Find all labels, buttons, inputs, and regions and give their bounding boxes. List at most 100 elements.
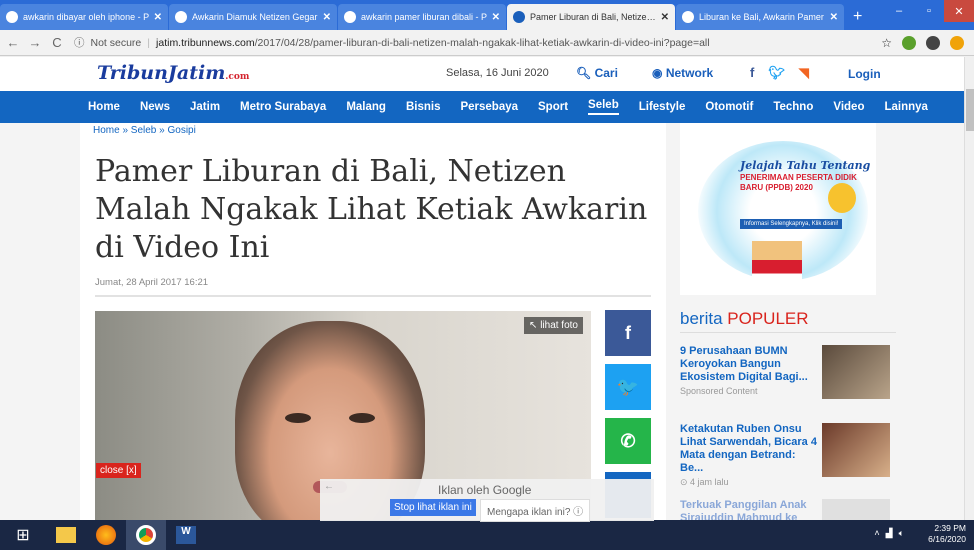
browser-tab[interactable]: Awkarin Diamuk Netizen Gegar ✕ [169,4,337,30]
security-label: Not secure [90,36,142,49]
nav-item-persebaya[interactable]: Persebaya [460,101,518,113]
close-ad-button[interactable]: close [x] [96,463,141,478]
tab-title: awkarin dibayar oleh iphone - P [23,12,150,22]
network-button[interactable]: ◉ Network [652,66,713,80]
tab-title: Pamer Liburan di Bali, Netizen M [530,12,657,22]
extension-icon-2[interactable] [926,35,940,50]
system-tray-icons: ˄ ▟ 🔈︎ [874,528,904,539]
populer-thumbnail[interactable] [822,499,890,520]
minimize-button[interactable]: – [884,0,914,22]
close-tab-icon[interactable]: ✕ [830,12,838,23]
url-path: /2017/04/28/pamer-liburan-di-bali-netize… [254,36,710,49]
ad-back-icon[interactable]: ← [324,481,334,492]
close-tab-icon[interactable]: ✕ [154,12,162,23]
populer-item-title[interactable]: Ketakutan Ruben Onsu Lihat Sarwendah, Bi… [680,423,820,475]
whatsapp-share-button[interactable]: ✆ [605,418,651,464]
new-tab-button[interactable]: + [853,4,862,30]
search-button[interactable]: 🔍︎ Cari [576,66,618,80]
site-icon [175,11,187,23]
browser-tab[interactable]: awkarin pamer liburan dibali - P ✕ [338,4,506,30]
nav-item-otomotif[interactable]: Otomotif [705,101,753,113]
windows-start-icon[interactable]: ⊞ [0,520,46,550]
facebook-icon[interactable]: f [750,65,754,81]
chrome-icon[interactable] [126,520,166,550]
twitter-share-button[interactable]: 🐦 [605,364,651,410]
word-icon[interactable]: W [166,520,206,550]
nav-item-bisnis[interactable]: Bisnis [406,101,441,113]
populer-heading: berita POPULER [680,309,809,329]
search-label: Cari [594,66,618,80]
populer-item[interactable]: 9 Perusahaan BUMN Keroyokan Bangun Ekosi… [680,345,896,399]
populer-thumbnail[interactable] [822,423,890,477]
browser-tab[interactable]: awkarin dibayar oleh iphone - P ✕ [0,4,168,30]
nav-item-video[interactable]: Video [833,101,864,113]
facebook-share-button[interactable]: f [605,310,651,356]
populer-item-title[interactable]: Terkuak Panggilan Anak Sirajuddin Mahmud… [680,499,820,520]
back-button[interactable]: ← [4,35,22,50]
populer-thumbnail[interactable] [822,345,890,399]
populer-item[interactable]: Ketakutan Ruben Onsu Lihat Sarwendah, Bi… [680,423,896,488]
maximize-button[interactable]: ▫ [914,0,944,22]
why-ad-button[interactable]: Mengapa iklan ini? ⓘ [480,499,591,522]
breadcrumb[interactable]: Home » Seleb » Gosipi [93,125,196,136]
url-input[interactable]: ⓘ Not secure | jatim.tribunnews.com /201… [74,35,881,50]
browser-tab[interactable]: Pamer Liburan di Bali, Netizen M ✕ [507,4,675,30]
populer-item[interactable]: Terkuak Panggilan Anak Sirajuddin Mahmud… [680,499,896,520]
login-button[interactable]: Login [848,67,881,81]
stop-ad-button[interactable]: Stop lihat iklan ini [390,499,476,516]
close-window-button[interactable]: ✕ [944,0,974,22]
reload-button[interactable]: C [48,35,66,50]
nav-item-lifestyle[interactable]: Lifestyle [639,101,686,113]
url-host: jatim.tribunnews.com [156,36,255,49]
nav-item-lainnya[interactable]: Lainnya [884,101,927,113]
header-date: Selasa, 16 Juni 2020 [446,67,549,79]
view-photo-button[interactable]: ↖ lihat foto [524,317,583,334]
site-logo[interactable]: TribunJatim.com [97,62,249,84]
info-icon[interactable]: ⓘ [74,35,85,50]
bookmark-star-icon[interactable]: ☆ [881,36,892,50]
ppdb-ad-banner[interactable]: Jelajah Tahu Tentang PENERIMAAN PESERTA … [680,123,876,295]
scrollbar-thumb[interactable] [966,89,974,131]
volume-icon[interactable]: 🔈︎ [899,528,904,539]
nav-item-sport[interactable]: Sport [538,101,568,113]
logo-text: TribunJatim [97,62,226,84]
video-icon [682,11,694,23]
rss-icon[interactable]: ◥ [799,65,809,81]
google-icon [6,11,18,23]
tab-title: Awkarin Diamuk Netizen Gegar [192,12,318,22]
vertical-scrollbar[interactable] [964,57,974,520]
logo-suffix: .com [225,72,250,82]
close-tab-icon[interactable]: ✕ [323,12,331,23]
ad-cta[interactable]: Informasi Selengkapnya, Klik disini! [740,219,843,229]
extension-icon[interactable] [902,35,916,50]
url-divider: | [147,36,151,49]
file-explorer-icon[interactable] [46,520,86,550]
network-status-icon[interactable]: ▟ [886,528,893,539]
network-label: Network [665,66,714,80]
populer-item-title[interactable]: 9 Perusahaan BUMN Keroyokan Bangun Ekosi… [680,345,820,384]
chevron-up-icon[interactable]: ˄ [874,528,879,539]
tab-title: Liburan ke Bali, Awkarin Pamer [699,12,824,22]
lightbulb-icon [828,183,856,213]
close-tab-icon[interactable]: ✕ [492,12,500,23]
close-tab-icon[interactable]: ✕ [661,12,669,23]
populer-heading-a: berita [680,309,723,328]
firefox-icon[interactable] [86,520,126,550]
article-title: Pamer Liburan di Bali, Netizen Malah Nga… [95,154,648,265]
article: Home » Seleb » Gosipi Pamer Liburan di B… [80,123,666,520]
nav-item-jatim[interactable]: Jatim [190,101,220,113]
ad-by-google-label: Iklan oleh Google [438,483,532,497]
populer-heading-b: POPULER [727,309,809,328]
twitter-icon[interactable]: 🐦︎ [768,65,785,81]
browser-tab[interactable]: Liburan ke Bali, Awkarin Pamer ✕ [676,4,844,30]
address-bar-row: ← → C ⓘ Not secure | jatim.tribunnews.co… [0,30,974,56]
forward-button[interactable]: → [26,35,44,50]
nav-item-seleb[interactable]: Seleb [588,99,619,115]
nav-item-home[interactable]: Home [88,101,120,113]
nav-item-malang[interactable]: Malang [346,101,386,113]
nav-item-techno[interactable]: Techno [773,101,813,113]
nav-item-metro-surabaya[interactable]: Metro Surabaya [240,101,326,113]
nav-item-news[interactable]: News [140,101,170,113]
profile-icon[interactable] [950,35,964,50]
clock[interactable]: 2:39 PM 6/16/2020 [928,523,966,545]
